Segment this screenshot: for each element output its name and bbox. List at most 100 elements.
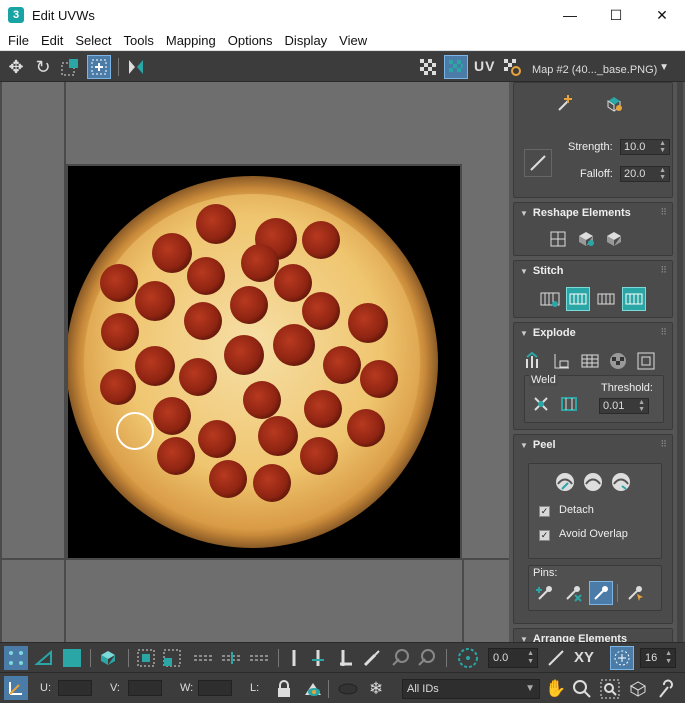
menu-view[interactable]: View [333,30,373,51]
ring-grow-icon[interactable] [306,646,330,670]
ids-filter-select[interactable]: All IDs ▼ [402,679,540,699]
grid-count-input[interactable]: 16 ▲ ▼ [640,648,676,668]
flatten-grid-icon[interactable] [578,349,602,373]
snowflake-icon[interactable]: ❄ [364,677,388,701]
quick-peel-icon[interactable] [553,470,577,494]
ring-shrink-icon[interactable] [334,646,358,670]
v-input[interactable] [128,680,162,696]
grid-snap-icon[interactable] [610,646,634,670]
scale-icon[interactable] [58,55,82,79]
move-icon[interactable]: ✥ [4,55,28,79]
collapse-icon[interactable]: ▼ [520,441,528,450]
rotation-input[interactable]: 0.0 ▲ ▼ [488,648,538,668]
menu-options[interactable]: Options [222,30,279,51]
loop-shrink-icon[interactable] [248,646,272,670]
map-select-dropdown[interactable]: Map #2 (40..._base.PNG) ▼ [528,59,675,81]
mirror-icon[interactable] [124,55,148,79]
texture-options-icon[interactable] [500,55,524,79]
detach-checkbox[interactable]: ✓ [539,506,550,517]
loop-select-icon[interactable] [192,646,216,670]
shrink-selection-icon[interactable] [160,646,184,670]
freeze-selection-icon[interactable] [336,677,360,701]
edit-pins-icon[interactable] [533,581,557,605]
minimize-button[interactable]: — [547,0,593,30]
relax-brush-icon[interactable] [602,91,626,115]
zoom-region-icon[interactable] [598,677,622,701]
select-pins-icon[interactable] [623,581,647,605]
face-mode-icon[interactable] [60,646,84,670]
transform-icon[interactable] [4,676,28,700]
detach-edge-icon[interactable] [550,349,574,373]
avoid-overlap-checkbox[interactable]: ✓ [539,530,550,541]
menu-display[interactable]: Display [279,30,334,51]
checker-sphere-icon[interactable] [606,349,630,373]
w-input[interactable] [198,680,232,696]
ring-select-icon[interactable] [282,646,306,670]
arrange-elements-title[interactable]: Arrange Elements [533,633,627,642]
menu-edit[interactable]: Edit [35,30,69,51]
collapse-icon[interactable]: ▼ [520,329,528,338]
grip-icon[interactable]: ⠿ [660,265,667,276]
paint-move-icon[interactable] [554,91,578,115]
falloff-spinner[interactable]: 20.0 ▲ ▼ [620,166,670,182]
show-hide-icon[interactable] [300,677,324,701]
grow-selection-icon[interactable] [134,646,158,670]
u-input[interactable] [58,680,92,696]
pack-icon[interactable] [602,227,626,251]
peel-mode-icon[interactable] [581,470,605,494]
weld-selected-icon[interactable] [529,392,553,416]
lock-icon[interactable] [272,677,296,701]
freeform-mode-icon[interactable] [87,55,111,79]
delete-pins-icon[interactable] [561,581,585,605]
uv-coords-label[interactable]: UV [474,58,495,74]
straighten-icon[interactable] [546,227,570,251]
relax-icon[interactable] [574,227,598,251]
paint-grow-icon[interactable] [388,646,412,670]
paint-select-icon[interactable] [360,646,384,670]
reset-peel-icon[interactable] [609,470,633,494]
paint-shrink-icon[interactable] [414,646,438,670]
collapse-icon[interactable]: ▼ [520,635,528,642]
edge-mode-icon[interactable] [32,646,56,670]
menu-file[interactable]: File [0,30,35,51]
checker-icon[interactable] [416,55,440,79]
collapse-icon[interactable]: ▼ [520,267,528,276]
reshape-elements-title[interactable]: Reshape Elements [533,207,631,219]
stitch-custom-icon[interactable] [538,287,562,311]
stitch-to-target-icon[interactable] [622,287,646,311]
rotate-icon[interactable]: ↻ [31,55,55,79]
menu-tools[interactable]: Tools [118,30,160,51]
zoom-extents-icon[interactable] [626,677,650,701]
stitch-to-source-icon[interactable] [566,287,590,311]
collapse-icon[interactable]: ▼ [520,209,528,218]
loop-grow-icon[interactable] [220,646,244,670]
threshold-spinner[interactable]: 0.01 ▲ ▼ [599,398,649,414]
close-button[interactable]: ✕ [639,0,685,30]
grip-icon[interactable]: ⠿ [660,327,667,338]
straight-line-icon[interactable] [544,646,568,670]
grip-icon[interactable]: ⠿ [660,439,667,450]
menu-mapping[interactable]: Mapping [160,30,222,51]
break-icon[interactable] [522,349,546,373]
auto-pin-moved-icon[interactable] [589,581,613,605]
element-mode-icon[interactable] [96,646,120,670]
pan-hand-icon[interactable]: ✋ [544,677,568,701]
grip-icon[interactable]: ⠿ [660,207,667,218]
panel-scrollbar[interactable] [677,82,683,642]
zoom-icon[interactable] [570,677,594,701]
show-map-icon[interactable] [444,55,468,79]
unfold-icon[interactable] [634,349,658,373]
menu-select[interactable]: Select [69,30,117,51]
stitch-title[interactable]: Stitch [533,265,564,277]
explode-title[interactable]: Explode [533,327,576,339]
weld-target-icon[interactable] [557,392,581,416]
help-icon[interactable] [654,677,678,701]
brush-settings-icon[interactable] [524,149,552,177]
stitch-average-icon[interactable] [594,287,618,311]
uv-editor-viewport[interactable] [0,82,509,642]
xy-toggle[interactable]: XY [574,649,594,666]
maximize-button[interactable]: ☐ [593,0,639,30]
soft-selection-icon[interactable] [456,646,480,670]
peel-title[interactable]: Peel [533,439,556,451]
vertex-mode-icon[interactable] [4,646,28,670]
